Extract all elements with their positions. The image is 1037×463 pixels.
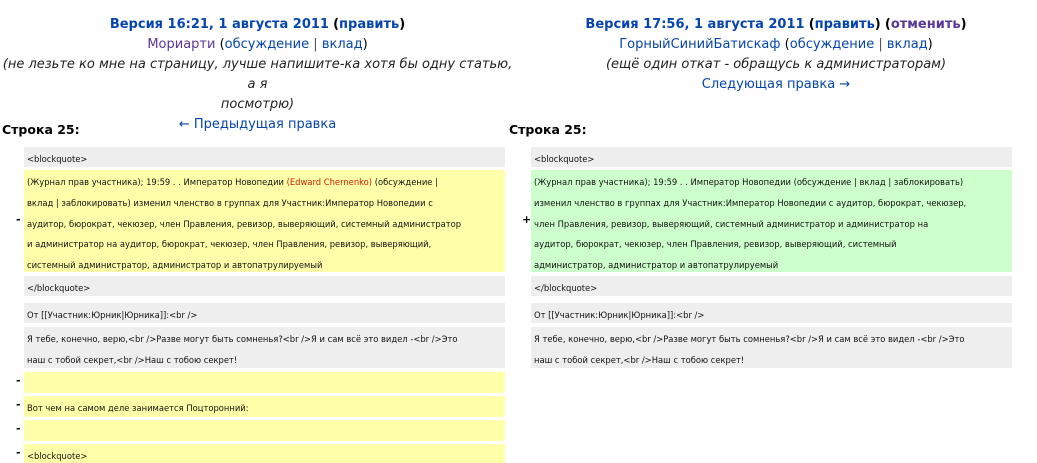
left-changed-text: (обсуждение |	[372, 177, 438, 187]
right-context-line: <blockquote>	[531, 147, 1012, 167]
right-context-line: От [[Участник:Юрник|Юрника]]:<br />	[531, 303, 1012, 323]
right-changed-text: аудитор, бюрократ, чекюзер, член Правлен…	[534, 239, 897, 250]
left-edit-comment-line1: (не лезьте ко мне на страницу, лучше нап…	[2, 57, 513, 92]
left-contribs-link[interactable]: вклад	[322, 37, 363, 52]
left-context-line: <blockquote>	[24, 147, 505, 167]
left-context-text: Я тебе, конечно, верю,<br />Разве могут …	[27, 334, 458, 344]
left-deleted-line: <blockquote>	[24, 444, 505, 463]
left-context-line: </blockquote>	[24, 276, 505, 296]
deletion-marker: -	[16, 398, 21, 411]
right-changed-text: администратор, администратор и автопатру…	[534, 260, 779, 271]
next-edit-link[interactable]: Следующая правка →	[702, 77, 850, 92]
undo-link[interactable]: отменить	[891, 17, 961, 32]
left-context-text: наш с тобой секрет,<br />Наш с тобою сек…	[27, 354, 238, 365]
right-edit-link[interactable]: править	[815, 17, 875, 32]
left-talk-link[interactable]: обсуждение	[225, 37, 309, 52]
right-edit-comment: (ещё один откат - обращусь к администрат…	[605, 57, 947, 72]
deletion-marker: -	[16, 213, 21, 226]
right-context-text: Я тебе, конечно, верю,<br />Разве могут …	[534, 334, 965, 344]
right-contribs-link[interactable]: вклад	[887, 37, 928, 52]
left-changed-text: аудитор, бюрократ, чекюзер, член Правлен…	[27, 218, 462, 229]
left-user-link[interactable]: Мориарти	[147, 37, 215, 52]
right-talk-link[interactable]: обсуждение	[790, 37, 874, 52]
left-changed-text: (Журнал прав участника); 19:59 . . Импер…	[27, 177, 287, 187]
right-changed-text: (Журнал прав участника); 19:59 . . Импер…	[534, 177, 964, 187]
left-edit-link[interactable]: править	[339, 17, 399, 32]
left-context-block: Я тебе, конечно, верю,<br />Разве могут …	[24, 327, 505, 368]
previous-edit-link[interactable]: ← Предыдущая правка	[179, 117, 336, 132]
left-deleted-block: (Журнал прав участника); 19:59 . . Импер…	[24, 170, 505, 272]
left-changed-text: вклад | заблокировать) изменил членство …	[27, 197, 433, 208]
left-context-line: От [[Участник:Юрник|Юрника]]:<br />	[24, 303, 505, 323]
right-context-block: Я тебе, конечно, верю,<br />Разве могут …	[531, 327, 1012, 368]
left-deleted-line	[24, 372, 505, 393]
removed-username: (Edward Chernenko)	[286, 177, 373, 187]
left-deleted-line	[24, 420, 505, 441]
left-deleted-line: Вот чем на самом деле занимается Поцторо…	[24, 396, 505, 417]
right-context-line: </blockquote>	[531, 276, 1012, 296]
left-line-number: Строка 25:	[2, 122, 80, 137]
right-added-block: (Журнал прав участника); 19:59 . . Импер…	[531, 170, 1012, 272]
deletion-marker: -	[16, 446, 21, 459]
deletion-marker: -	[16, 422, 21, 435]
left-version-link[interactable]: Версия 16:21, 1 августа 2011	[110, 17, 329, 32]
left-changed-text: системный администратор, администратор и…	[27, 260, 323, 271]
left-changed-text: и администратор на аудитор, бюрократ, че…	[27, 239, 432, 250]
right-changed-text: член Правления, ревизор, выверяющий, сис…	[534, 218, 929, 229]
right-context-text: наш с тобой секрет,<br />Наш с тобою сек…	[534, 354, 745, 365]
left-edit-comment-line2: посмотрю)	[220, 97, 295, 112]
right-version-link[interactable]: Версия 17:56, 1 августа 2011	[585, 17, 804, 32]
right-user-link[interactable]: ГорныйСинийБатискаф	[619, 37, 780, 52]
left-revision-header: Версия 16:21, 1 августа 2011 (править) М…	[0, 15, 515, 135]
deletion-marker: -	[16, 374, 21, 387]
right-revision-header: Версия 17:56, 1 августа 2011 (править) (…	[515, 15, 1037, 95]
addition-marker: +	[522, 213, 532, 226]
right-changed-text: изменил членство в группах для Участник:…	[534, 197, 967, 208]
right-line-number: Строка 25:	[509, 122, 587, 137]
